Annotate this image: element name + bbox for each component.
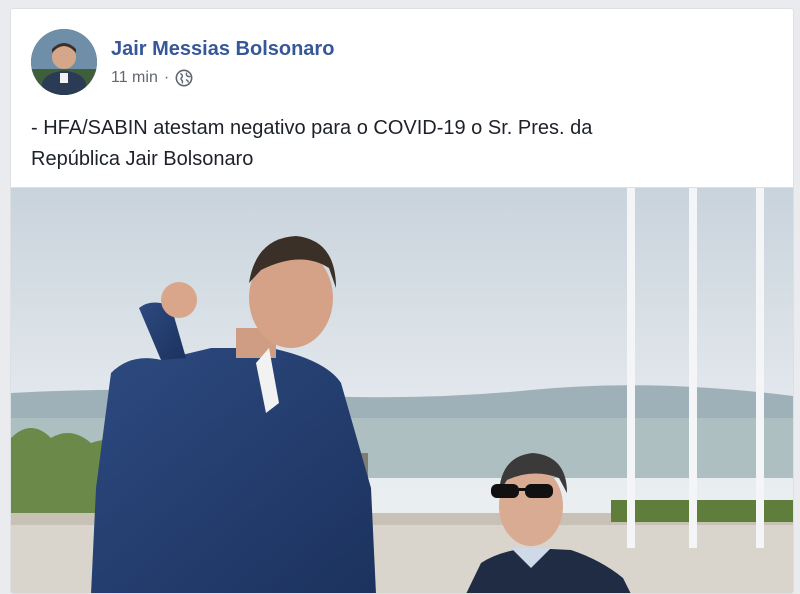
post-text-line: República Jair Bolsonaro: [31, 148, 254, 170]
post-text: - HFA/SABIN atestam negativo para o COVI…: [31, 113, 771, 175]
post-card: Jair Messias Bolsonaro 11 min · - HFA/SA…: [10, 8, 794, 594]
post-meta: 11 min ·: [111, 69, 193, 87]
author-name-link[interactable]: Jair Messias Bolsonaro: [111, 38, 334, 61]
avatar-image: [31, 29, 97, 95]
photo-image: [11, 188, 793, 593]
post-timestamp[interactable]: 11 min: [111, 69, 158, 87]
post-header: Jair Messias Bolsonaro 11 min ·: [31, 29, 771, 99]
post-photo[interactable]: [11, 187, 793, 593]
globe-icon[interactable]: [175, 69, 193, 87]
author-avatar[interactable]: [31, 29, 97, 95]
meta-separator: ·: [163, 69, 170, 86]
post-text-line: - HFA/SABIN atestam negativo para o COVI…: [31, 117, 593, 139]
